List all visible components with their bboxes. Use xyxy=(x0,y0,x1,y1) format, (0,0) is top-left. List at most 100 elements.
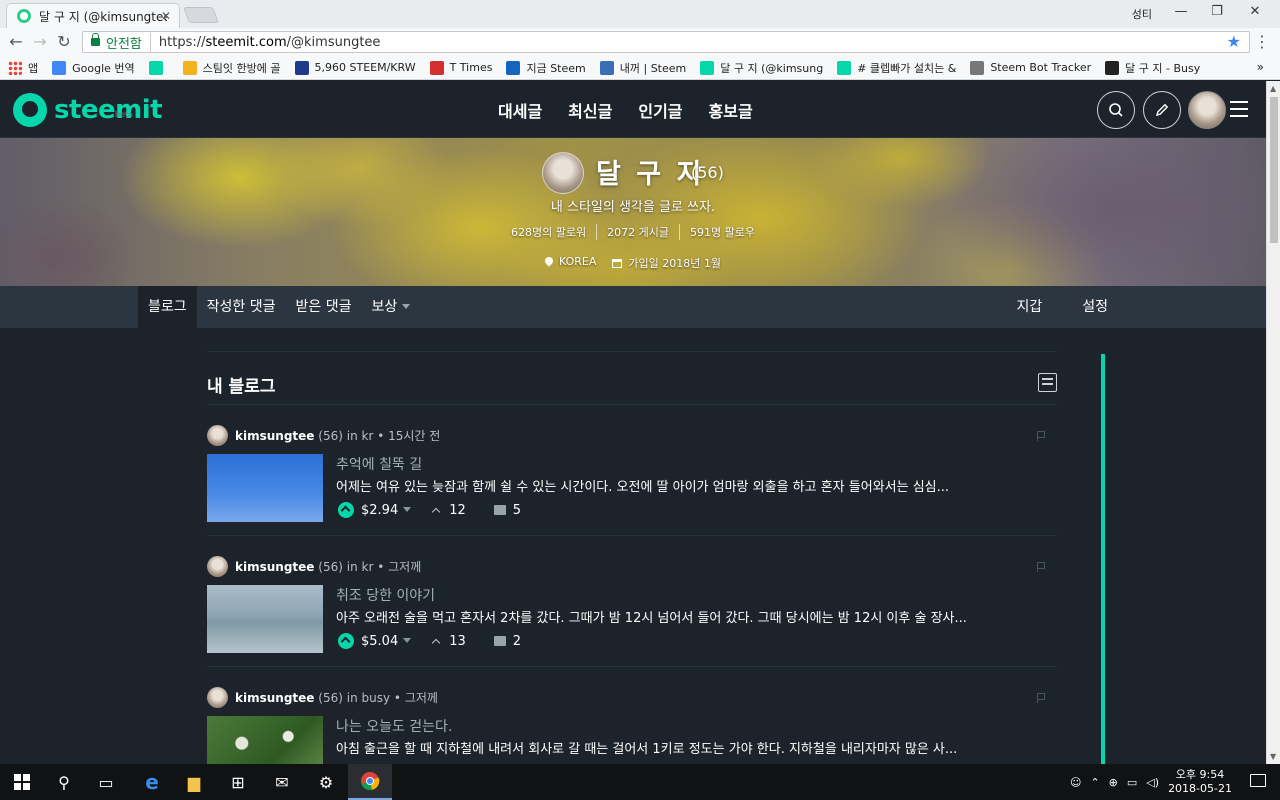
post-time[interactable]: 그저께 xyxy=(388,560,421,574)
hamburger-menu-icon[interactable] xyxy=(1230,101,1248,117)
tab-blog[interactable]: 블로그 xyxy=(138,286,197,328)
post-category[interactable]: busy xyxy=(362,691,391,705)
app-icon[interactable]: ⚙ xyxy=(304,764,348,800)
post-title[interactable]: 나는 오늘도 걷는다. xyxy=(336,716,452,736)
new-tab-button[interactable] xyxy=(183,7,219,23)
search-button[interactable] xyxy=(1097,91,1135,129)
taskbar-search-icon[interactable]: ⚲ xyxy=(42,764,86,800)
browser-tab[interactable]: 달 구 지 (@kimsungtee) ✕ xyxy=(6,3,180,28)
nav-new[interactable]: 최신글 xyxy=(568,98,612,122)
edge-icon[interactable]: e xyxy=(130,764,174,800)
followers-count[interactable]: 628명의 팔로워 xyxy=(501,224,598,240)
bookmark-item[interactable]: 앱 xyxy=(8,60,38,76)
bookmark-star-icon[interactable]: ★ xyxy=(1227,32,1241,51)
chrome-taskbar-icon[interactable] xyxy=(348,764,392,800)
url-input[interactable]: 안전함 https://steemit.com/@kimsungtee ★ xyxy=(82,31,1250,53)
tab-rewards[interactable]: 보상 xyxy=(361,286,420,328)
tray-expand-icon[interactable]: ⌃ xyxy=(1090,776,1099,789)
file-explorer-icon[interactable]: ▆ xyxy=(172,764,216,800)
tab-settings[interactable]: 설정 xyxy=(1072,286,1118,328)
user-avatar[interactable] xyxy=(1188,91,1226,129)
bookmark-item[interactable]: 지금 Steem xyxy=(506,60,586,76)
post-time[interactable]: 그저께 xyxy=(405,691,438,705)
reload-icon[interactable]: ↻ xyxy=(54,32,74,51)
tab-wallet[interactable]: 지갑 xyxy=(1006,286,1052,328)
bookmark-item[interactable]: Steem Bot Tracker xyxy=(970,60,1091,75)
task-view-icon[interactable]: ▭ xyxy=(84,764,128,800)
post-excerpt[interactable]: 아주 오래전 술을 먹고 혼자서 2차를 갔다. 그때가 밤 12시 넘어서 들… xyxy=(336,607,1056,626)
flag-icon[interactable] xyxy=(1037,693,1045,703)
close-window-button[interactable]: ✕ xyxy=(1240,4,1270,24)
windows-start-icon[interactable] xyxy=(0,764,44,800)
post-thumbnail[interactable] xyxy=(207,454,323,522)
back-arrow-icon[interactable]: ← xyxy=(6,32,26,51)
bookmarks-more-icon[interactable]: » xyxy=(1257,60,1264,74)
flag-icon[interactable] xyxy=(1037,431,1045,441)
bookmark-item[interactable]: 달 구 지 - Busy xyxy=(1105,60,1200,76)
post-author[interactable]: kimsungtee xyxy=(235,429,314,443)
logo-text: steemit xyxy=(54,95,163,125)
page-scrollbar[interactable]: ▲ ▼ xyxy=(1266,81,1280,764)
layout-toggle-icon[interactable] xyxy=(1038,373,1057,392)
scroll-up-icon[interactable]: ▲ xyxy=(1270,84,1276,93)
volume-icon[interactable]: ◁) xyxy=(1146,776,1159,789)
post-excerpt[interactable]: 어제는 여유 있는 늦잠과 함께 쉴 수 있는 시간이다. 오전에 딸 아이가 … xyxy=(336,476,1056,495)
bookmark-item[interactable] xyxy=(148,60,169,75)
bookmark-item[interactable]: 스팀잇 한방에 골 xyxy=(182,60,281,76)
post-title[interactable]: 추억에 칠뚝 길 xyxy=(336,454,422,474)
bookmark-label: Google 번역 xyxy=(72,61,135,75)
nav-trending[interactable]: 대세글 xyxy=(498,98,542,122)
store-icon[interactable]: ⊞ xyxy=(216,764,260,800)
tab-close-icon[interactable]: ✕ xyxy=(161,9,171,23)
post-author-avatar[interactable] xyxy=(207,425,228,446)
post-author-avatar[interactable] xyxy=(207,556,228,577)
upvote-icon[interactable] xyxy=(338,633,354,649)
post-payout[interactable]: $5.04 xyxy=(361,634,412,649)
bookmark-item[interactable]: # 클렙빠가 설치는 & xyxy=(837,60,956,76)
bookmark-label: 달 구 지 (@kimsung xyxy=(720,61,824,75)
mail-icon[interactable]: ✉ xyxy=(260,764,304,800)
browser-menu-icon[interactable]: ⋮ xyxy=(1254,32,1270,51)
post-title[interactable]: 취조 당한 이야기 xyxy=(336,585,435,605)
maximize-button[interactable]: ❐ xyxy=(1202,4,1232,24)
post-votes[interactable]: 12 xyxy=(431,503,466,518)
post-excerpt[interactable]: 아침 출근을 할 때 지하철에 내려서 회사로 갈 때는 걸어서 1키로 정도는… xyxy=(336,738,1056,757)
post-byline: kimsungtee (56) in busy • 그저께 xyxy=(235,691,438,705)
post-thumbnail[interactable] xyxy=(207,585,323,653)
tab-comments[interactable]: 작성한 댓글 xyxy=(197,286,286,328)
post-author[interactable]: kimsungtee xyxy=(235,691,314,705)
post-time[interactable]: 15시간 전 xyxy=(388,429,440,443)
write-post-button[interactable] xyxy=(1143,91,1181,129)
post-payout[interactable]: $2.94 xyxy=(361,503,412,518)
forward-arrow-icon[interactable]: → xyxy=(30,32,50,51)
taskbar-clock[interactable]: 오후 9:54 2018-05-21 xyxy=(1168,768,1232,796)
bookmark-item[interactable]: 달 구 지 (@kimsung xyxy=(700,60,823,76)
network-icon[interactable]: ▭ xyxy=(1127,776,1137,789)
nav-promoted[interactable]: 홍보글 xyxy=(709,98,753,122)
minimize-button[interactable]: — xyxy=(1166,4,1196,24)
scroll-thumb[interactable] xyxy=(1270,97,1278,243)
upvote-icon[interactable] xyxy=(338,502,354,518)
scroll-down-icon[interactable]: ▼ xyxy=(1270,752,1276,761)
nav-hot[interactable]: 인기글 xyxy=(638,98,682,122)
window-user-label[interactable]: 성티 xyxy=(1132,6,1152,22)
bookmark-item[interactable]: 5,960 STEEM/KRW xyxy=(294,60,416,75)
post-comments[interactable]: 2 xyxy=(490,634,521,649)
bookmark-item[interactable]: 내꺼 | Steem xyxy=(599,60,686,76)
post-comments[interactable]: 5 xyxy=(490,503,521,518)
bookmark-item[interactable]: T Times xyxy=(429,60,492,75)
post-author-avatar[interactable] xyxy=(207,687,228,708)
post-category[interactable]: kr xyxy=(362,560,374,574)
people-icon[interactable]: ☺ xyxy=(1070,776,1081,789)
bookmark-item[interactable]: Google 번역 xyxy=(52,60,135,76)
following-count[interactable]: 591명 팔로우 xyxy=(680,224,765,240)
post-votes[interactable]: 13 xyxy=(431,634,466,649)
post-author[interactable]: kimsungtee xyxy=(235,560,314,574)
ime-icon[interactable]: ⊕ xyxy=(1109,776,1118,789)
post-category[interactable]: kr xyxy=(362,429,374,443)
steemit-logo[interactable]: steemit xyxy=(13,93,163,127)
tab-replies[interactable]: 받은 댓글 xyxy=(286,286,362,328)
notification-center-icon[interactable] xyxy=(1250,774,1266,787)
chrome-icon xyxy=(361,772,380,791)
flag-icon[interactable] xyxy=(1037,562,1045,572)
